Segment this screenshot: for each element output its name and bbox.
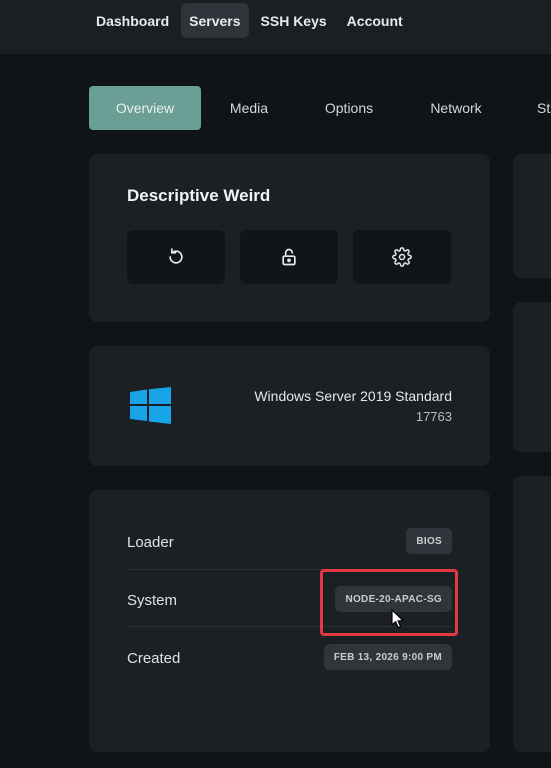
created-badge: FEB 13, 2026 9:00 PM: [323, 644, 452, 670]
side-card: [513, 476, 551, 752]
mouse-cursor-icon: [391, 609, 404, 629]
nav-ssh-keys[interactable]: SSH Keys: [253, 3, 335, 38]
system-label: System: [127, 592, 178, 609]
server-header-card: Descriptive Weird: [89, 154, 490, 322]
side-card: [513, 154, 551, 278]
tab-overview[interactable]: Overview: [89, 86, 201, 130]
side-card: [513, 302, 551, 452]
os-name: Windows Server 2019 Standard: [254, 388, 452, 404]
server-name: Descriptive Weird: [127, 186, 271, 205]
gear-icon: [392, 247, 412, 267]
loader-label: Loader: [127, 534, 174, 551]
nav-servers[interactable]: Servers: [181, 3, 249, 38]
row-divider: [127, 569, 452, 570]
settings-button[interactable]: [353, 230, 451, 284]
tab-media[interactable]: Media: [201, 86, 297, 130]
os-card: Windows Server 2019 Standard 17763: [89, 346, 490, 466]
details-card: Loader BIOS System NODE-20-APAC-SG Creat…: [89, 490, 490, 752]
restart-icon: [169, 248, 183, 264]
server-tabs: Overview Media Options Network St: [89, 86, 551, 130]
unlock-button[interactable]: [240, 230, 338, 284]
created-label: Created: [127, 650, 181, 667]
tab-network[interactable]: Network: [401, 86, 511, 130]
tab-storage[interactable]: St: [511, 86, 551, 130]
loader-badge: BIOS: [406, 528, 452, 554]
top-bar: Dashboard Servers SSH Keys Account: [0, 0, 551, 54]
restart-button[interactable]: [127, 230, 225, 284]
unlock-icon: [282, 248, 296, 266]
windows-logo-icon: [130, 387, 171, 424]
tab-options[interactable]: Options: [297, 86, 401, 130]
nav-account[interactable]: Account: [339, 3, 411, 38]
top-nav: Dashboard Servers SSH Keys Account: [88, 3, 411, 38]
nav-dashboard[interactable]: Dashboard: [88, 3, 177, 38]
os-build: 17763: [415, 409, 452, 424]
